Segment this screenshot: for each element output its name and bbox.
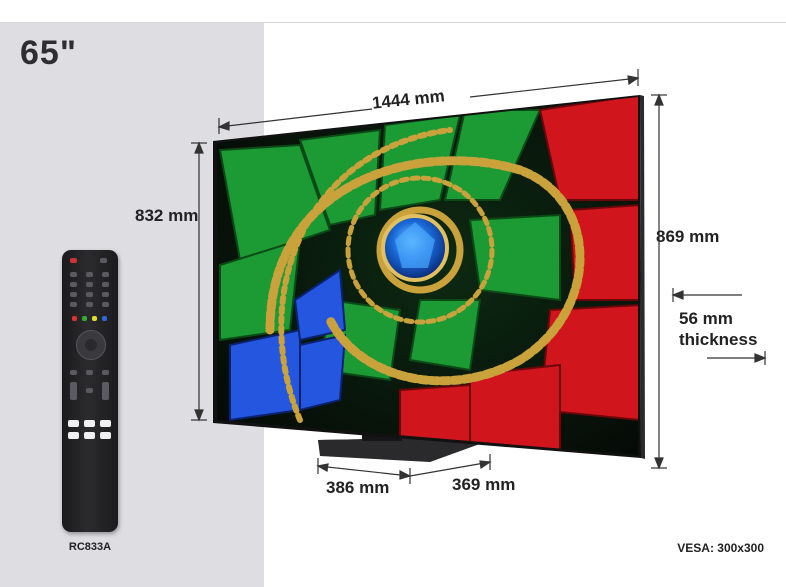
thickness-value: 56 mm — [679, 309, 733, 328]
remote-button — [70, 272, 77, 277]
thickness-dimension: 56 mm thickness — [679, 308, 757, 350]
mic-button — [86, 370, 93, 375]
power-button — [70, 258, 77, 263]
app-button — [100, 420, 111, 427]
remote-button — [102, 302, 109, 307]
stand-depth-dimension: 386 mm — [326, 478, 390, 497]
volume-rocker — [70, 382, 77, 400]
remote-button — [102, 282, 109, 287]
remote-button — [100, 258, 107, 263]
app-button — [84, 420, 95, 427]
vesa-label: VESA: 300x300 — [677, 541, 764, 555]
green-key — [82, 316, 87, 321]
total-height-dimension: 869 mm — [656, 227, 720, 246]
remote-button — [86, 272, 93, 277]
remote-button — [70, 302, 77, 307]
screen-height-dimension: 832 mm — [135, 206, 199, 225]
remote-button — [86, 292, 93, 297]
app-button — [68, 432, 79, 439]
remote-button — [70, 292, 77, 297]
remote-model-label: RC833A — [68, 541, 112, 553]
stand-width-dimension: 369 mm — [452, 475, 516, 494]
remote-control — [62, 250, 118, 532]
tv-screen-art — [217, 97, 638, 455]
blue-key — [102, 316, 107, 321]
remote-button — [86, 388, 93, 393]
red-key — [72, 316, 77, 321]
yellow-key — [92, 316, 97, 321]
app-button — [68, 420, 79, 427]
remote-button — [102, 292, 109, 297]
remote-button — [70, 370, 77, 375]
remote-button — [86, 302, 93, 307]
app-button — [100, 432, 111, 439]
remote-dpad — [76, 330, 106, 360]
remote-button — [70, 282, 77, 287]
remote-button — [102, 272, 109, 277]
remote-button — [102, 370, 109, 375]
channel-rocker — [102, 382, 109, 400]
remote-button — [86, 282, 93, 287]
thickness-word: thickness — [679, 330, 758, 349]
app-button — [84, 432, 95, 439]
